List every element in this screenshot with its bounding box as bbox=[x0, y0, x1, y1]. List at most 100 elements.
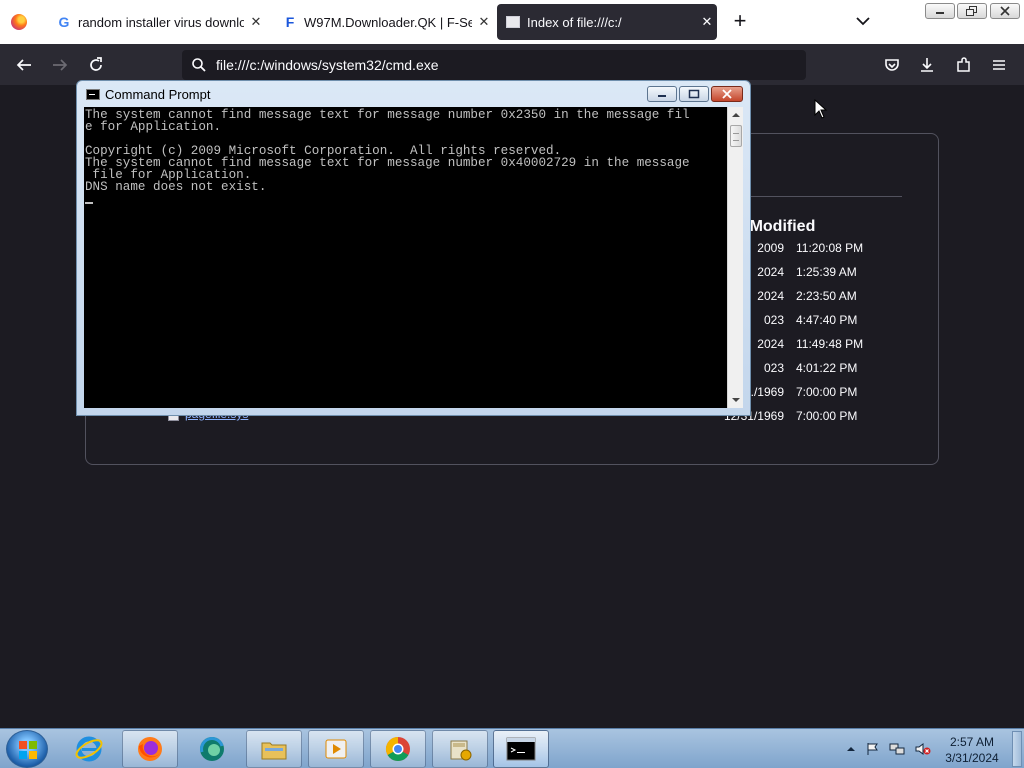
taskbar-firefox[interactable] bbox=[122, 730, 178, 768]
file-time: 7:00:00 PM bbox=[796, 385, 858, 399]
vertical-scrollbar[interactable] bbox=[727, 107, 743, 408]
pocket-icon bbox=[885, 59, 899, 71]
tab-f-secure[interactable]: F W97M.Downloader.QK | F-Secu ✕ bbox=[270, 4, 492, 40]
tab-google-search[interactable]: G random installer virus downloa ✕ bbox=[44, 4, 264, 40]
address-bar[interactable]: file:///c:/windows/system32/cmd.exe bbox=[182, 50, 806, 80]
pocket-button[interactable] bbox=[881, 54, 903, 76]
console-line: DNS name does not exist. bbox=[85, 180, 267, 194]
text-cursor bbox=[85, 202, 93, 204]
file-time: 4:47:40 PM bbox=[796, 313, 858, 327]
url-text[interactable]: file:///c:/windows/system32/cmd.exe bbox=[216, 57, 439, 73]
taskbar-command-prompt[interactable] bbox=[493, 730, 549, 768]
firefox-menu-icon[interactable] bbox=[11, 14, 27, 30]
tab-title: W97M.Downloader.QK | F-Secu bbox=[304, 14, 472, 30]
chevron-down-icon bbox=[856, 17, 870, 26]
network-icon bbox=[889, 743, 905, 755]
file-time: 2:23:50 AM bbox=[796, 289, 857, 303]
arrow-up-icon bbox=[732, 113, 740, 117]
start-button[interactable] bbox=[6, 730, 48, 768]
tab-title: random installer virus downloa bbox=[78, 14, 244, 30]
restore-button[interactable] bbox=[957, 3, 987, 19]
chrome-icon bbox=[385, 737, 410, 762]
command-prompt-icon bbox=[506, 737, 536, 761]
reload-icon bbox=[90, 57, 102, 71]
minimize-icon bbox=[936, 12, 944, 14]
minimize-button[interactable] bbox=[925, 3, 955, 19]
back-arrow-icon bbox=[16, 59, 31, 71]
extensions-button[interactable] bbox=[953, 54, 975, 76]
forward-button[interactable] bbox=[49, 54, 71, 76]
file-time: 11:20:08 PM bbox=[796, 241, 864, 255]
search-icon bbox=[192, 58, 206, 72]
close-tab-icon[interactable]: ✕ bbox=[476, 14, 492, 30]
console-line: e for Application. bbox=[85, 120, 222, 134]
page-icon bbox=[505, 14, 521, 30]
firefox-icon bbox=[138, 737, 162, 761]
tab-title: Index of file:///c:/ bbox=[527, 14, 622, 30]
show-hidden-icons-button[interactable] bbox=[843, 741, 859, 757]
close-tab-icon[interactable]: ✕ bbox=[248, 14, 264, 30]
arrow-down-icon bbox=[732, 398, 740, 402]
file-time: 1:25:39 AM bbox=[796, 265, 857, 279]
restore-icon bbox=[966, 6, 977, 16]
cmd-close-button[interactable] bbox=[711, 86, 743, 102]
hamburger-menu-icon bbox=[993, 60, 1005, 70]
flag-icon bbox=[867, 743, 878, 755]
volume-muted-icon[interactable] bbox=[915, 741, 931, 757]
windows-logo-icon bbox=[19, 741, 37, 759]
clock-time: 2:57 AM bbox=[949, 735, 995, 749]
scroll-up-button[interactable] bbox=[728, 107, 744, 123]
cmd-minimize-button[interactable] bbox=[647, 86, 677, 102]
back-button[interactable] bbox=[13, 54, 35, 76]
action-center-flag-icon[interactable] bbox=[865, 741, 881, 757]
close-icon bbox=[722, 89, 732, 99]
new-tab-button[interactable]: + bbox=[729, 10, 751, 32]
close-icon bbox=[1000, 6, 1010, 16]
cmd-window-title: Command Prompt bbox=[105, 87, 211, 102]
file-time: 4:01:22 PM bbox=[796, 361, 858, 375]
taskbar-internet-explorer[interactable] bbox=[61, 730, 117, 768]
mouse-pointer-icon bbox=[814, 99, 828, 119]
list-all-tabs-button[interactable] bbox=[852, 10, 874, 32]
file-time: 11:49:48 PM bbox=[796, 337, 864, 351]
scroll-down-button[interactable] bbox=[728, 392, 744, 408]
chevron-up-icon bbox=[847, 747, 855, 751]
clock-date: 3/31/2024 bbox=[945, 751, 999, 765]
cmd-title-bar[interactable]: Command Prompt bbox=[77, 81, 750, 107]
system-clock[interactable]: 2:57 AM 3/31/2024 bbox=[933, 734, 1011, 766]
close-tab-icon[interactable]: ✕ bbox=[699, 14, 715, 30]
command-prompt-icon bbox=[86, 89, 100, 100]
downloads-button[interactable] bbox=[916, 54, 938, 76]
taskbar: 2:57 AM 3/31/2024 bbox=[0, 728, 1024, 768]
divider bbox=[726, 196, 902, 197]
file-time: 7:00:00 PM bbox=[796, 409, 858, 423]
command-prompt-window[interactable]: Command Prompt The system cannot find me… bbox=[76, 80, 751, 416]
forward-arrow-icon bbox=[53, 59, 68, 71]
show-desktop-button[interactable] bbox=[1012, 731, 1022, 767]
close-window-button[interactable] bbox=[990, 3, 1020, 19]
console-output[interactable]: The system cannot find message text for … bbox=[84, 107, 727, 408]
taskbar-file-explorer[interactable] bbox=[246, 730, 302, 768]
scrollbar-thumb[interactable] bbox=[730, 125, 742, 147]
reload-button[interactable] bbox=[85, 54, 107, 76]
taskbar-edge[interactable] bbox=[184, 730, 240, 768]
media-player-icon bbox=[325, 739, 347, 759]
file-explorer-icon bbox=[261, 742, 287, 760]
download-icon bbox=[921, 58, 933, 72]
taskbar-installer[interactable] bbox=[432, 730, 488, 768]
minimize-icon bbox=[658, 95, 666, 97]
installer-box-icon bbox=[450, 740, 472, 761]
cmd-maximize-button[interactable] bbox=[679, 86, 709, 102]
navigation-toolbar: file:///c:/windows/system32/cmd.exe bbox=[0, 44, 1024, 85]
internet-explorer-icon bbox=[75, 736, 103, 762]
speaker-muted-icon bbox=[915, 743, 931, 755]
app-menu-button[interactable] bbox=[988, 54, 1010, 76]
tab-index-of-c[interactable]: Index of file:///c:/ ✕ bbox=[497, 4, 717, 40]
network-icon[interactable] bbox=[889, 741, 905, 757]
google-g-icon: G bbox=[58, 14, 70, 30]
maximize-icon bbox=[688, 89, 700, 99]
taskbar-chrome[interactable] bbox=[370, 730, 426, 768]
tab-strip: G random installer virus downloa ✕ F W97… bbox=[0, 0, 1024, 44]
edge-icon bbox=[200, 737, 224, 761]
taskbar-media-player[interactable] bbox=[308, 730, 364, 768]
